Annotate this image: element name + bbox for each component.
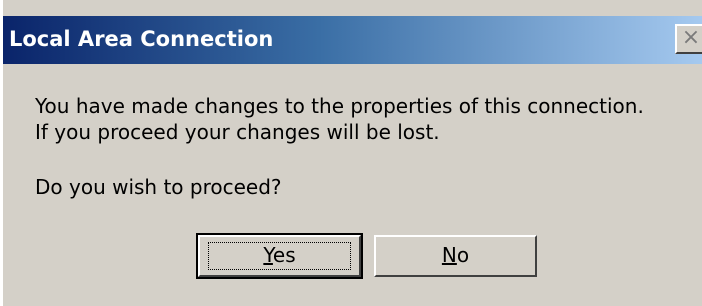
- no-button[interactable]: No: [374, 235, 537, 277]
- yes-mnemonic: Y: [263, 243, 273, 267]
- window-title: Local Area Connection: [9, 27, 274, 51]
- message-line-2: If you proceed your changes will be lost…: [35, 120, 440, 144]
- close-icon: ×: [681, 25, 701, 50]
- yes-button-label: Yes: [263, 243, 295, 267]
- dialog-content: You have made changes to the properties …: [3, 64, 702, 306]
- no-label-rest: o: [456, 243, 470, 267]
- no-mnemonic: N: [441, 243, 457, 267]
- message-line-1: You have made changes to the properties …: [35, 94, 644, 118]
- close-button[interactable]: ×: [675, 24, 702, 54]
- yes-label-rest: es: [272, 243, 296, 267]
- no-button-label: No: [442, 243, 469, 267]
- title-bar[interactable]: Local Area Connection ×: [3, 16, 702, 64]
- dialog-window: Local Area Connection × You have made ch…: [0, 0, 702, 306]
- question-text: Do you wish to proceed?: [35, 175, 282, 199]
- yes-button[interactable]: Yes: [196, 233, 363, 279]
